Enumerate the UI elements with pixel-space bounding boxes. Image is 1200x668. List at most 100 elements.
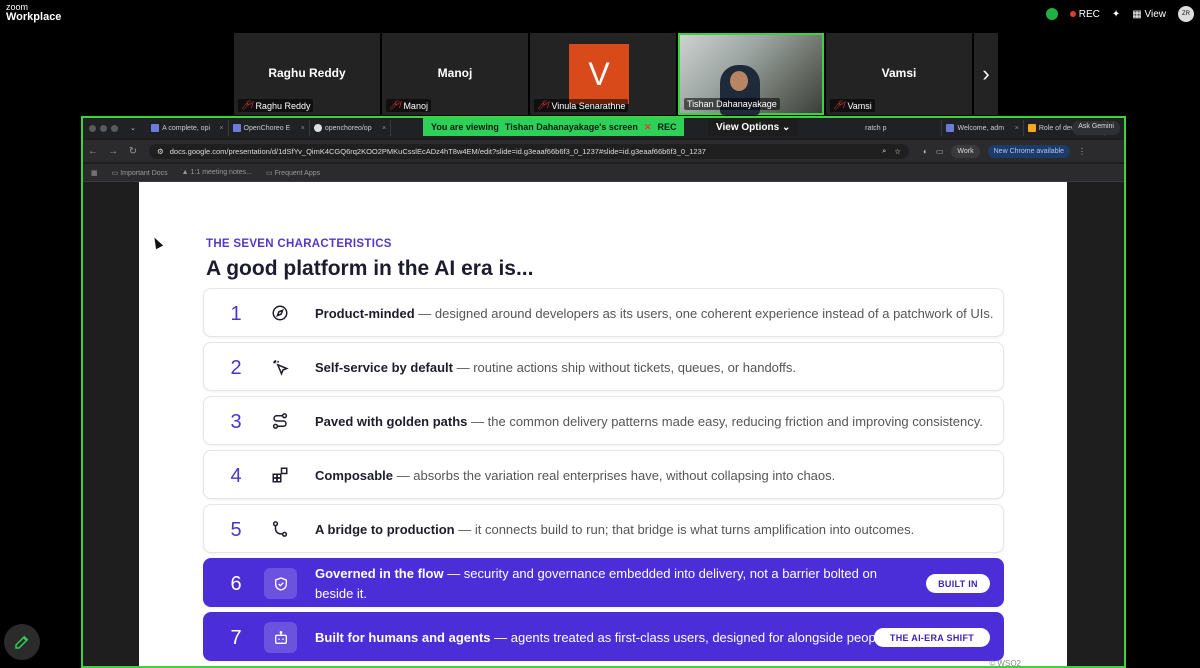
bookmark-item[interactable]: ▭ Frequent Apps — [266, 169, 320, 177]
row-text: Paved with golden paths — the common del… — [315, 402, 1005, 442]
participant-strip: Raghu Reddy 🎤︎̸ Raghu Reddy Manoj 🎤︎̸ Mano… — [234, 33, 998, 115]
browser-tab[interactable]: ratch p — [861, 120, 943, 136]
zoom-logo: zoom Workplace — [6, 2, 61, 23]
participant-tile[interactable]: Manoj 🎤︎̸ Manoj — [382, 33, 528, 115]
tab-label: ratch p — [865, 124, 887, 132]
banner-prefix: You are viewing — [431, 122, 499, 132]
row-title: Composable — [315, 468, 394, 483]
participant-label: 🎤︎̸ Vinula Senarathne — [534, 99, 629, 112]
row-number: 4 — [230, 465, 242, 487]
more-menu-icon[interactable]: ⋮ — [1078, 147, 1086, 156]
tab-close-icon[interactable]: × — [301, 125, 305, 132]
profile-work-button[interactable]: Work — [951, 144, 980, 158]
tab-label: A complete, opi — [162, 124, 211, 132]
annotate-pencil-button[interactable] — [4, 624, 40, 660]
mic-muted-icon: 🎤︎̸ — [389, 100, 401, 110]
bookmark-item[interactable]: ▲ 1:1 meeting notes... — [182, 169, 252, 176]
mic-muted-icon: 🎤︎̸ — [241, 100, 253, 110]
browser-tab[interactable]: A complete, opi × — [147, 120, 229, 136]
pointer-click-icon — [270, 357, 290, 377]
chrome-update-button[interactable]: New Chrome available — [987, 144, 1071, 158]
github-icon — [313, 124, 322, 132]
extension-icon[interactable]: ◐ — [923, 147, 928, 156]
row-description: — agents treated as first-class users, d… — [490, 630, 890, 645]
tab-favicon — [232, 124, 241, 132]
bot-icon — [264, 622, 297, 653]
participant-tile[interactable]: Vamsi 🎤︎̸ Vamsi — [826, 33, 972, 115]
built-in-badge: BUILT IN — [926, 574, 990, 593]
browser-tab[interactable]: OpenChoreo E × — [229, 120, 310, 136]
tab-favicon — [1027, 124, 1036, 132]
row-number: 3 — [230, 411, 242, 433]
row-description: — routine actions ship without tickets, … — [453, 360, 797, 375]
row-number: 7 — [230, 627, 242, 649]
user-avatar[interactable]: ZR — [1178, 6, 1194, 22]
tab-close-icon[interactable]: × — [219, 125, 223, 132]
row-number: 6 — [230, 573, 242, 595]
branch-icon — [270, 519, 290, 539]
compass-icon — [270, 303, 290, 323]
bookmark-label: Important Docs — [120, 169, 168, 177]
tab-favicon — [151, 124, 160, 132]
zoom-top-bar: zoom Workplace REC ✦ ▦ View ZR — [0, 0, 1200, 30]
participant-label: 🎤︎̸ Raghu Reddy — [238, 99, 314, 112]
bookmark-label: Frequent Apps — [274, 169, 321, 177]
participant-label-text: Vinula Senarathne — [551, 100, 626, 111]
participant-label-text: Manoj — [403, 100, 428, 111]
browser-tab[interactable]: openchoreo/op × — [310, 120, 392, 136]
forward-icon[interactable]: → — [103, 146, 123, 157]
view-options-button[interactable]: View Options ⌄ — [708, 118, 799, 136]
toolbar-right: ◐ ▭ Work New Chrome available ⋮ — [923, 144, 1086, 158]
back-icon[interactable]: ← — [83, 146, 103, 157]
row-text: Governed in the flow — security and gove… — [315, 564, 915, 604]
ai-era-shift-badge: THE AI-ERA SHIFT — [874, 628, 990, 647]
row-number: 5 — [230, 519, 242, 541]
active-speaker-tile[interactable]: Tishan Dahanayakage — [678, 33, 824, 115]
browser-tab[interactable]: Welcome, adm × — [942, 120, 1024, 136]
window-controls[interactable] — [89, 124, 118, 132]
ask-gemini-button[interactable]: Ask Gemini — [1072, 121, 1120, 135]
bookmark-star-icon[interactable]: ☆ — [894, 147, 901, 156]
characteristic-row-highlighted: 7 Built for humans and agents — agents t… — [203, 612, 1004, 661]
bookmark-item[interactable]: ▭ Important Docs — [112, 169, 168, 177]
encryption-shield-icon[interactable] — [1045, 8, 1058, 20]
tab-close-icon[interactable]: × — [382, 125, 386, 132]
recording-indicator[interactable]: REC — [1069, 9, 1100, 20]
address-bar[interactable]: ⚙ docs.google.com/presentation/d/1dSfYv_… — [149, 143, 909, 159]
participant-tile[interactable]: V 🎤︎̸ Vinula Senarathne — [530, 33, 676, 115]
participant-label: 🎤︎̸ Manoj — [386, 99, 431, 112]
row-description: — absorbs the variation real enterprises… — [393, 468, 836, 483]
zoom-icon[interactable]: ⌕ — [882, 146, 886, 156]
row-title: A bridge to production — [315, 522, 455, 537]
reload-icon[interactable]: ↻ — [123, 146, 143, 157]
tab-label: Welcome, adm — [957, 124, 1005, 132]
tab-label: OpenChoreo E — [243, 124, 291, 132]
participant-tile[interactable]: Raghu Reddy 🎤︎̸ Raghu Reddy — [234, 33, 380, 115]
row-description: — designed around developers as its user… — [414, 306, 994, 321]
participant-label-text: Vamsi — [847, 100, 872, 111]
row-title: Built for humans and agents — [315, 630, 491, 645]
row-text: A bridge to production — it connects bui… — [315, 510, 1005, 550]
site-info-icon[interactable]: ⚙ — [157, 147, 164, 156]
sparkle-icon[interactable]: ✦ — [1112, 9, 1120, 20]
participant-avatar: V — [569, 44, 629, 104]
participant-label: Tishan Dahanayakage — [684, 98, 780, 110]
participant-label: 🎤︎̸ Vamsi — [830, 99, 875, 112]
characteristic-row: 2 Self-service by default — routine acti… — [203, 342, 1004, 391]
tab-close-icon[interactable]: × — [1015, 125, 1019, 132]
tab-favicon — [946, 124, 955, 132]
sidepanel-icon[interactable]: ▭ — [936, 147, 944, 156]
characteristic-row-highlighted: 6 Governed in the flow — security and go… — [203, 558, 1004, 607]
tab-list-chevron-icon[interactable]: ⌄ — [126, 120, 147, 136]
row-number: 1 — [230, 303, 242, 325]
row-text: Composable — absorbs the variation real … — [315, 456, 1005, 496]
mic-muted-icon: 🎤︎̸ — [833, 100, 845, 110]
participant-label-text: Raghu Reddy — [255, 100, 311, 111]
view-button[interactable]: ▦ View — [1132, 9, 1166, 20]
next-page-arrow-icon[interactable]: › — [974, 33, 998, 115]
screen-share-banner: You are viewing Tishan Dahanayakage's sc… — [423, 118, 685, 136]
apps-grid-icon[interactable]: ▦ — [91, 169, 98, 177]
view-label: View — [1144, 8, 1167, 20]
row-description: — it connects build to run; that bridge … — [454, 522, 915, 537]
row-text: Product-minded — designed around develop… — [315, 294, 1005, 334]
